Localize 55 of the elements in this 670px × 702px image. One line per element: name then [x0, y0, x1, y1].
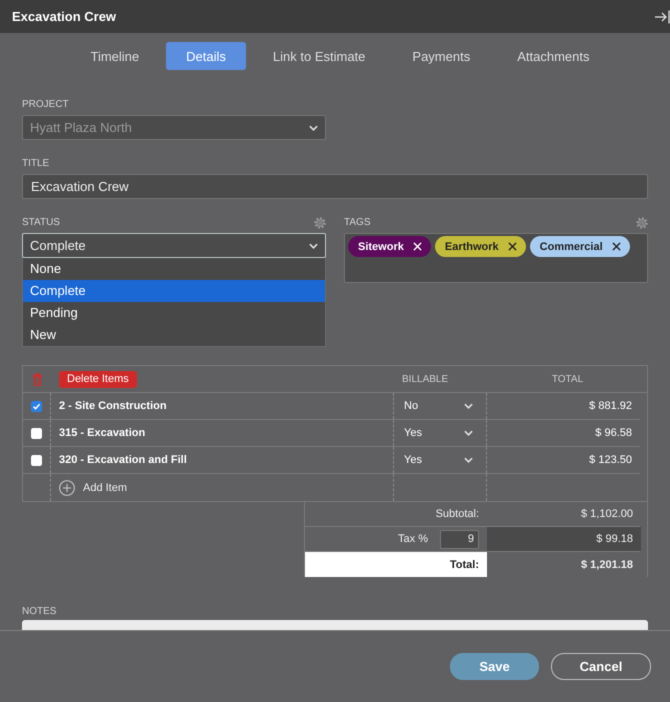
- field-label: PROJECT: [22, 99, 69, 111]
- chevron-down-icon: [309, 124, 318, 130]
- tag-label: Earthwork: [444, 240, 499, 252]
- close-icon[interactable]: [508, 242, 517, 251]
- tax-value: $ 99.18: [487, 527, 641, 551]
- tab[interactable]: Details: [166, 42, 246, 70]
- save-button[interactable]: Save: [450, 653, 539, 680]
- tab[interactable]: Attachments: [497, 42, 610, 70]
- chevron-down-icon: [309, 242, 318, 248]
- total-value: $ 1,201.18: [580, 558, 634, 572]
- dropdown-option[interactable]: New: [23, 324, 325, 346]
- title-input[interactable]: Excavation Crew: [22, 174, 648, 199]
- subtotal-label: Subtotal:: [434, 507, 480, 522]
- delete-items-button[interactable]: Delete Items: [59, 370, 137, 388]
- billable-select[interactable]: No: [394, 400, 476, 412]
- field-label: TAGS: [344, 217, 370, 229]
- item-total: $ 96.58: [594, 426, 633, 441]
- tags-field[interactable]: Sitework Earthwork Commercial: [344, 233, 648, 283]
- arrow-to-bar-icon[interactable]: [654, 10, 670, 24]
- field-label: NOTES: [22, 606, 56, 618]
- item-name: 2 - Site Construction: [51, 393, 394, 419]
- item-name: 315 - Excavation: [51, 420, 394, 446]
- item-name: 320 - Excavation and Fill: [51, 447, 394, 473]
- tag-label: Sitework: [358, 240, 404, 252]
- add-item-button[interactable]: Add Item: [59, 480, 128, 496]
- tab[interactable]: Link to Estimate: [252, 42, 386, 70]
- project-select: Hyatt Plaza North: [22, 115, 326, 140]
- tab[interactable]: Timeline: [70, 42, 160, 70]
- billable-select[interactable]: Yes: [394, 454, 476, 466]
- dropdown-option[interactable]: None: [23, 258, 325, 280]
- item-total: $ 881.92: [588, 399, 633, 414]
- plus-circle-icon: [59, 480, 75, 496]
- subtotal-value: $ 1,102.00: [580, 507, 634, 522]
- tax-rate-field[interactable]: 9: [440, 530, 479, 548]
- billable-select[interactable]: Yes: [394, 427, 476, 439]
- item-total: $ 123.50: [588, 453, 633, 468]
- close-icon[interactable]: [612, 242, 621, 251]
- cancel-button[interactable]: Cancel: [551, 653, 651, 680]
- status-select[interactable]: Complete: [22, 233, 326, 258]
- chevron-down-icon: [464, 403, 473, 409]
- tax-label: Tax %: [398, 533, 428, 545]
- column-header: TOTAL: [550, 372, 584, 386]
- window-title: Excavation Crew: [12, 9, 116, 24]
- chevron-down-icon: [464, 430, 473, 436]
- checkbox[interactable]: [31, 400, 42, 412]
- total-label: Total:: [305, 552, 487, 577]
- field-label: STATUS: [22, 217, 60, 229]
- dropdown-option[interactable]: Pending: [23, 302, 325, 324]
- field-label: TITLE: [22, 158, 50, 170]
- column-header: BILLABLE: [401, 372, 450, 386]
- chevron-down-icon: [464, 457, 473, 463]
- dropdown-option[interactable]: Complete: [23, 280, 325, 302]
- notes-field[interactable]: [22, 620, 648, 630]
- tab[interactable]: Payments: [392, 42, 490, 70]
- tag-label: Commercial: [540, 240, 603, 252]
